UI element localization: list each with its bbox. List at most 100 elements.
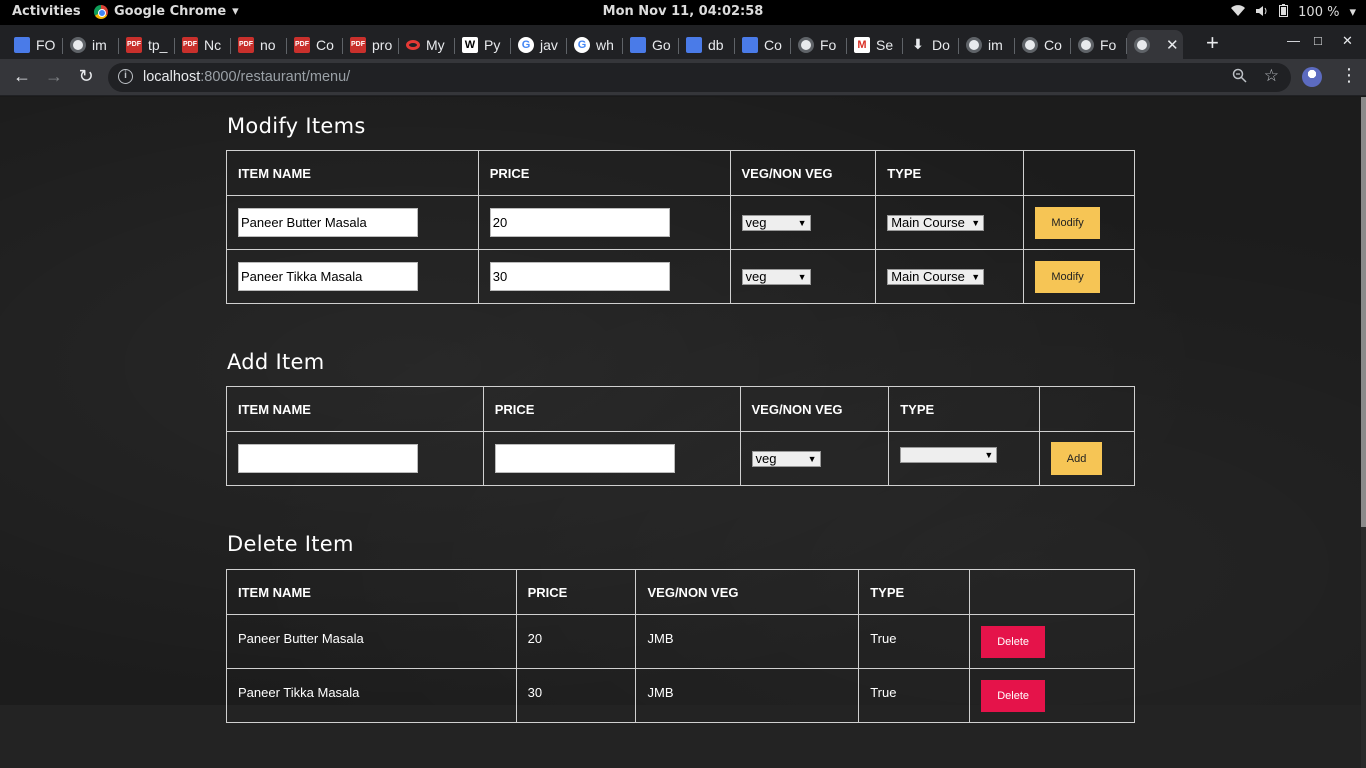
tab-title: jav (540, 36, 558, 53)
modify-button[interactable]: Modify (1035, 206, 1101, 239)
new-price-input[interactable] (494, 444, 675, 473)
globe-favicon-icon (798, 36, 814, 53)
table-row: veg▼ Main Course▼ Modify (226, 195, 1135, 250)
tab-title: Co (1044, 36, 1062, 53)
active-browser-tab[interactable]: ✕ (1127, 30, 1183, 59)
browser-tab[interactable]: PDF pro (343, 30, 399, 59)
new-type-select[interactable]: ▼ (900, 447, 998, 463)
maximize-button[interactable]: □ (1314, 33, 1322, 48)
back-button[interactable]: ← (10, 66, 34, 87)
type-select[interactable]: Main Course ▼ (887, 268, 985, 285)
new-veg-select[interactable]: veg ▼ (751, 450, 821, 467)
delete-button[interactable]: Delete (981, 625, 1046, 658)
activities-button[interactable]: Activities (12, 4, 81, 19)
forward-button[interactable]: → (42, 66, 66, 87)
chevron-down-icon: ▾ (232, 4, 239, 19)
veg-cell: JMB (635, 668, 860, 723)
column-header: VEG/NON VEG (729, 150, 877, 196)
scrollbar-thumb[interactable] (1361, 97, 1366, 527)
tab-title: Fo (820, 36, 837, 53)
doc-favicon-icon (742, 36, 758, 53)
app-menu[interactable]: Google Chrome ▾ (94, 4, 239, 19)
modify-button[interactable]: Modify (1035, 260, 1101, 293)
new-item-name-input[interactable] (238, 444, 418, 473)
pdf-favicon-icon: PDF (294, 36, 310, 53)
zoom-icon[interactable] (1232, 68, 1247, 87)
browser-tab[interactable]: My (399, 30, 455, 59)
item-name-input[interactable] (238, 262, 418, 291)
chrome-icon (94, 4, 108, 19)
add-item-heading: Add Item (227, 350, 325, 374)
type-cell: True (858, 668, 971, 723)
browser-tab[interactable]: Fo (791, 30, 847, 59)
info-icon[interactable]: i (118, 69, 133, 84)
close-window-button[interactable]: ✕ (1342, 33, 1353, 49)
browser-tab[interactable]: PDF tp_ (119, 30, 175, 59)
address-bar[interactable]: i localhost:8000/restaurant/menu/ ☆ (108, 63, 1291, 92)
browser-tab[interactable]: Fo (1071, 30, 1127, 59)
table-row: veg ▼ ▼ Add (226, 431, 1135, 486)
item-name-cell: Paneer Butter Masala (226, 614, 517, 669)
browser-tab[interactable]: db (679, 30, 735, 59)
delete-button[interactable]: Delete (981, 679, 1046, 712)
reload-button[interactable]: ↻ (74, 66, 98, 87)
tab-title: tp_ (148, 36, 168, 53)
tab-title: im (988, 36, 1003, 53)
tab-title: db (708, 36, 724, 53)
browser-tab[interactable]: Gjav (511, 30, 567, 59)
veg-select[interactable]: veg ▼ (741, 214, 811, 231)
browser-tab[interactable]: Co (1015, 30, 1071, 59)
close-tab-icon[interactable]: ✕ (1166, 36, 1179, 54)
globe-favicon-icon (1134, 36, 1150, 53)
url-text[interactable]: localhost:8000/restaurant/menu/ (143, 69, 350, 85)
browser-tab[interactable]: Gwh (567, 30, 623, 59)
browser-tab[interactable]: PDF no (231, 30, 287, 59)
wiki-favicon-icon: W (462, 36, 478, 53)
globe-favicon-icon (1022, 36, 1038, 53)
browser-tab[interactable]: Co (735, 30, 791, 59)
browser-tab[interactable]: M Se (847, 30, 903, 59)
new-tab-button[interactable]: + (1206, 30, 1219, 56)
table-row: Paneer Butter Masala 20 JMB True Delete (226, 614, 1135, 669)
add-button[interactable]: Add (1051, 442, 1103, 475)
price-input[interactable] (489, 208, 670, 237)
type-select[interactable]: Main Course ▼ (887, 214, 985, 231)
browser-tab[interactable]: ⬇ Do (903, 30, 959, 59)
column-header (1039, 386, 1135, 432)
item-name-input[interactable] (238, 208, 418, 237)
menu-icon[interactable]: ⋮ (1340, 65, 1358, 86)
bookmark-star-icon[interactable]: ☆ (1264, 66, 1279, 86)
column-header: TYPE (875, 150, 1025, 196)
browser-toolbar: ← → ↻ i localhost:8000/restaurant/menu/ … (0, 59, 1366, 96)
column-header (1023, 150, 1135, 196)
dropdown-arrow-icon: ▼ (971, 217, 981, 228)
battery-icon (1279, 4, 1289, 21)
browser-tab[interactable]: im (959, 30, 1015, 59)
globe-favicon-icon (70, 36, 86, 53)
doc-favicon-icon (14, 36, 30, 53)
minimize-button[interactable]: — (1287, 33, 1300, 48)
browser-tab[interactable]: Go (623, 30, 679, 59)
dropdown-arrow-icon: ▼ (797, 217, 807, 228)
profile-avatar[interactable] (1302, 67, 1322, 87)
page-content: Modify Items ITEM NAME PRICE VEG/NON VEG… (0, 97, 1366, 768)
system-tray[interactable]: 100 % ▾ (1231, 4, 1356, 21)
tab-title: no (260, 36, 276, 53)
tab-title: Go (652, 36, 671, 53)
scrollbar[interactable] (1361, 97, 1366, 768)
type-cell: True (858, 614, 971, 669)
price-input[interactable] (489, 262, 670, 291)
doc-favicon-icon (686, 36, 702, 53)
browser-tab[interactable]: im (63, 30, 119, 59)
goog-favicon-icon: G (574, 36, 590, 53)
browser-tab[interactable]: PDF Nc (175, 30, 231, 59)
browser-tab[interactable]: W Py (455, 30, 511, 59)
wifi-icon (1231, 4, 1246, 21)
browser-tab[interactable]: FO (7, 30, 63, 59)
browser-tab[interactable]: PDF Co (287, 30, 343, 59)
pdf-favicon-icon: PDF (182, 36, 198, 53)
column-header: PRICE (477, 150, 731, 196)
dl-favicon-icon: ⬇ (912, 36, 924, 52)
veg-select[interactable]: veg ▼ (741, 268, 811, 285)
goog-favicon-icon: G (518, 36, 534, 53)
